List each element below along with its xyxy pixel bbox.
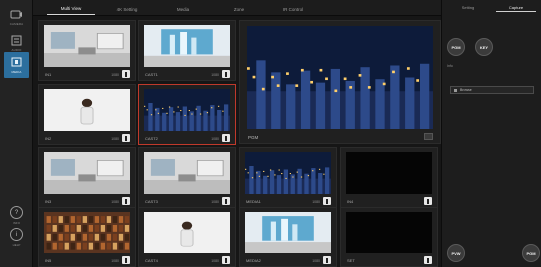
left-rail: CAMERA AUDIO MEDIA ? INFO i HELP xyxy=(0,0,33,267)
cell-resolution: 1080 xyxy=(111,259,119,263)
multiview-cell[interactable]: CAST1 1080 xyxy=(138,20,236,81)
key-button[interactable]: KEY xyxy=(475,38,493,56)
multiview-cell[interactable]: IN2 1080 xyxy=(38,84,136,145)
cell-name: CAST3 xyxy=(145,199,158,204)
cell-name: MEDIA1 xyxy=(246,199,261,204)
rail-media-button[interactable]: MEDIA xyxy=(4,52,29,78)
camera-icon xyxy=(10,10,22,19)
cell-audio-icon[interactable] xyxy=(424,197,432,205)
multiview-cell[interactable]: CAST2 1080 xyxy=(138,84,236,145)
tab-zone[interactable]: Zone xyxy=(219,3,259,15)
cell-resolution: 1080 xyxy=(211,73,219,77)
multiview-cell[interactable]: IN3 1080 xyxy=(38,147,136,208)
cell-thumbnail xyxy=(144,152,230,194)
browse-icon xyxy=(454,88,457,92)
cell-name: IN5 xyxy=(45,258,52,263)
cell-audio-icon[interactable] xyxy=(222,197,230,205)
pgm-preview-image xyxy=(247,26,433,129)
audio-icon xyxy=(11,35,22,46)
media-icon xyxy=(11,57,22,67)
pvw-button[interactable]: PVW xyxy=(447,244,465,262)
cell-resolution: 1080 xyxy=(312,200,320,204)
rail-help-label: HELP xyxy=(12,243,21,247)
cell-name: SET xyxy=(347,258,355,263)
multiview-cell[interactable]: MEDIA2 1080 xyxy=(239,207,337,267)
cell-resolution: 1080 xyxy=(211,259,219,263)
cell-resolution: 1080 xyxy=(111,73,119,77)
info-icon[interactable]: ? xyxy=(10,206,23,219)
cell-thumbnail xyxy=(144,25,230,67)
multiview-cell[interactable]: IN4 xyxy=(340,147,438,208)
cell-thumbnail xyxy=(245,152,331,194)
cell-audio-icon[interactable] xyxy=(222,134,230,142)
cell-name: CAST2 xyxy=(145,136,158,141)
pgm-preview-label: PGM xyxy=(248,135,259,140)
cell-thumbnail xyxy=(144,212,230,253)
cell-audio-icon[interactable] xyxy=(122,256,130,264)
cell-audio-icon[interactable] xyxy=(122,134,130,142)
cell-resolution: 1080 xyxy=(111,200,119,204)
cell-audio-icon[interactable] xyxy=(122,70,130,78)
pgm-preview[interactable]: PGM xyxy=(239,20,441,144)
rail-camera-label: CAMERA xyxy=(9,22,24,26)
tab-media[interactable]: Media xyxy=(163,3,203,15)
tab-4k-setting[interactable]: 4K Setting xyxy=(103,3,151,15)
cell-thumbnail xyxy=(44,25,130,67)
multiview-cell[interactable]: MEDIA1 1080 xyxy=(239,147,337,208)
cell-thumbnail xyxy=(346,212,432,253)
cell-audio-icon[interactable] xyxy=(323,197,331,205)
pgm-bottom-button[interactable]: PGM xyxy=(522,244,540,262)
cell-name: IN4 xyxy=(347,199,354,204)
panel-tab-setting[interactable]: Setting xyxy=(448,3,488,12)
cell-thumbnail xyxy=(44,212,130,253)
cell-resolution: 1080 xyxy=(211,137,219,141)
multiview-cell[interactable]: CAST4 1080 xyxy=(138,207,236,267)
multiview-cell[interactable]: CAST3 1080 xyxy=(138,147,236,208)
cell-thumbnail xyxy=(44,152,130,194)
pgm-button[interactable]: PGM xyxy=(447,38,465,56)
help-icon[interactable]: i xyxy=(10,228,23,241)
cell-name: IN2 xyxy=(45,136,52,141)
fullscreen-icon[interactable] xyxy=(424,133,433,140)
multiview-cell[interactable]: SET xyxy=(340,207,438,267)
cell-audio-icon[interactable] xyxy=(424,256,432,264)
multiview-cell[interactable]: IN5 1080 xyxy=(38,207,136,267)
cell-name: IN3 xyxy=(45,199,52,204)
panel-tab-capture[interactable]: Capture xyxy=(496,3,536,12)
browse-label: Browse xyxy=(460,88,472,92)
multiview-cell[interactable]: IN1 1080 xyxy=(38,20,136,81)
cell-resolution: 1080 xyxy=(312,259,320,263)
cell-name: CAST4 xyxy=(145,258,158,263)
panel-info-text: Info xyxy=(447,64,453,68)
rail-media-label: MEDIA xyxy=(11,70,22,74)
cell-name: CAST1 xyxy=(145,72,158,77)
tab-multi-view[interactable]: Multi View xyxy=(47,3,95,15)
cell-audio-icon[interactable] xyxy=(222,256,230,264)
cell-name: MEDIA2 xyxy=(246,258,261,263)
cell-thumbnail xyxy=(245,212,331,253)
cell-audio-icon[interactable] xyxy=(222,70,230,78)
main-tabs: Multi View 4K Setting Media Zone IR Cont… xyxy=(33,0,441,16)
cell-thumbnail xyxy=(346,152,432,194)
right-panel: Setting Capture PGM KEY Info Browse PVW … xyxy=(441,0,541,267)
cell-thumbnail xyxy=(44,89,130,131)
cell-name: IN1 xyxy=(45,72,52,77)
rail-info-label: INFO xyxy=(12,221,21,225)
cell-audio-icon[interactable] xyxy=(323,256,331,264)
cell-resolution: 1080 xyxy=(211,200,219,204)
tab-ir-control[interactable]: IR Control xyxy=(269,3,317,15)
cell-resolution: 1080 xyxy=(111,137,119,141)
browse-field[interactable]: Browse xyxy=(450,86,534,94)
cell-audio-icon[interactable] xyxy=(122,197,130,205)
rail-camera-button[interactable]: CAMERA xyxy=(4,4,29,30)
cell-thumbnail xyxy=(144,89,230,131)
